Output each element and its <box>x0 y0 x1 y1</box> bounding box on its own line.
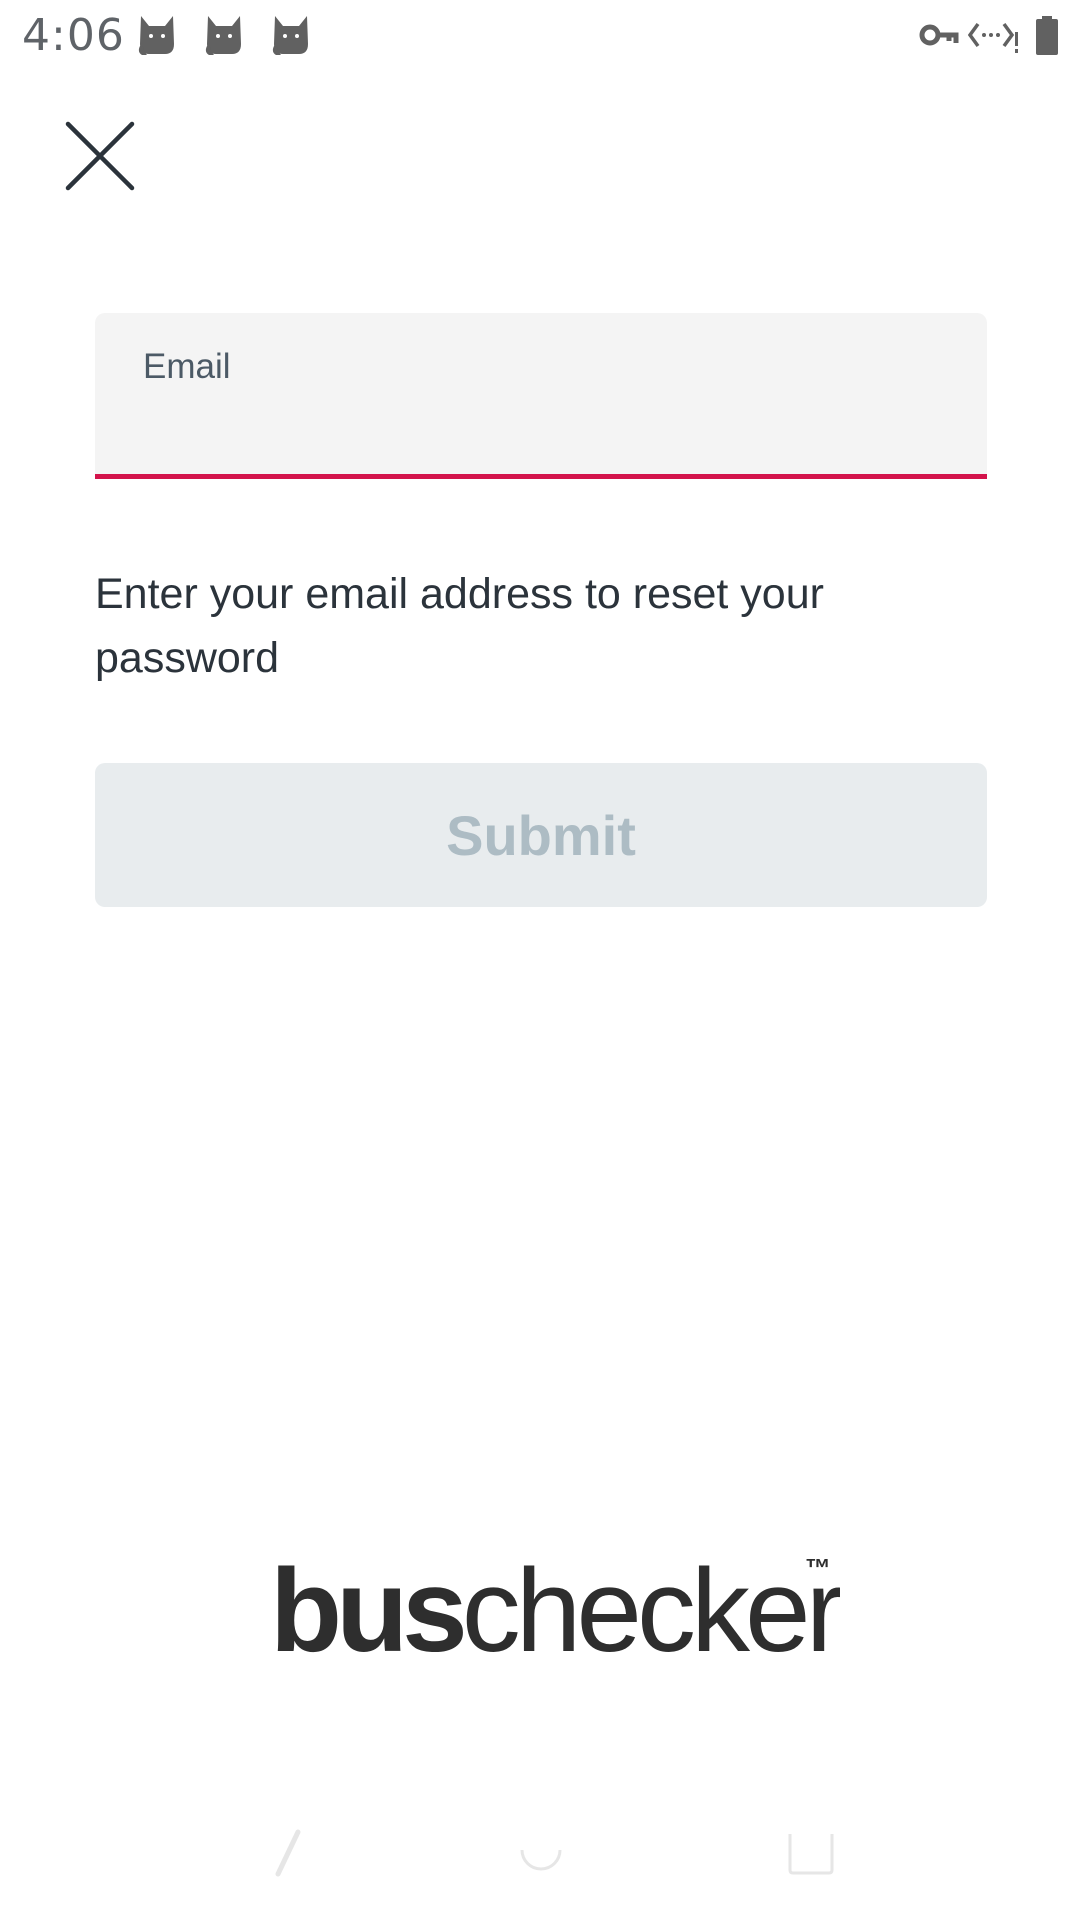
status-time: 4:06 <box>22 10 125 61</box>
helper-text: Enter your email address to reset your p… <box>95 570 824 682</box>
vpn-key-icon <box>919 24 959 46</box>
buschecker-logo: buschecker ™ <box>270 1545 840 1675</box>
trademark-symbol: ™ <box>805 1553 831 1583</box>
cat-icon <box>272 16 308 55</box>
logo-light-text: checker <box>462 1545 840 1675</box>
home-button[interactable] <box>518 1830 564 1876</box>
logo-bold-text: bus <box>270 1545 463 1675</box>
back-icon <box>275 1829 301 1877</box>
email-field[interactable]: Email <box>95 313 987 479</box>
cat-icon <box>205 16 241 55</box>
close-button[interactable] <box>64 120 136 192</box>
email-input[interactable] <box>143 395 937 457</box>
recents-icon <box>788 1834 834 1875</box>
recents-button[interactable] <box>787 1830 835 1876</box>
svg-text:buschecker: buschecker <box>270 1545 840 1675</box>
close-icon <box>65 121 135 191</box>
submit-button[interactable]: Submit <box>95 763 987 907</box>
battery-icon <box>1036 16 1058 55</box>
status-bar: 4:06 <box>0 0 1080 72</box>
cat-icon <box>138 16 174 55</box>
data-transfer-icon <box>968 22 1018 53</box>
email-label: Email <box>143 347 231 386</box>
back-button[interactable] <box>268 1828 308 1878</box>
home-icon <box>520 1849 562 1871</box>
